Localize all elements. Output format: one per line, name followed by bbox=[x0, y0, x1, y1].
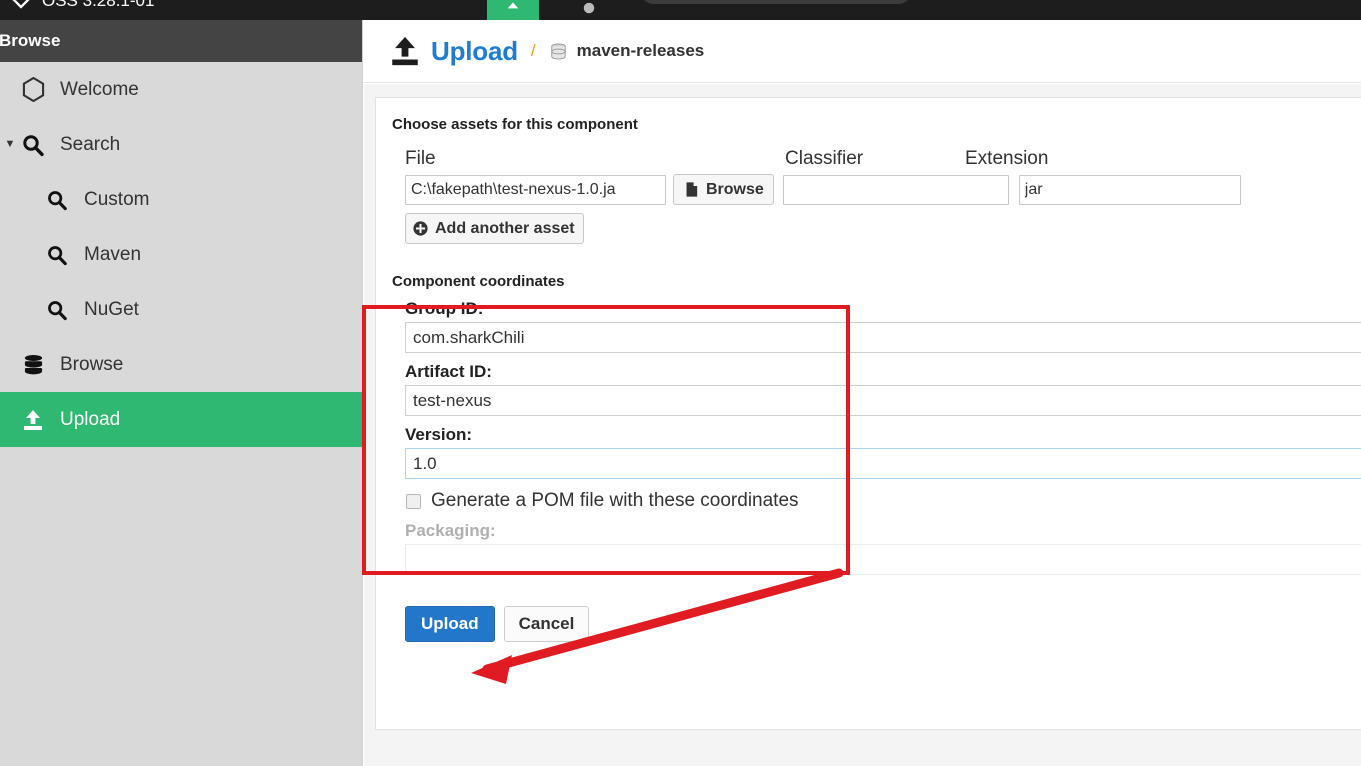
help-icon bbox=[582, 1, 596, 15]
upload-form-panel: Choose assets for this component File Cl… bbox=[375, 97, 1361, 730]
sidebar-item-browse[interactable]: Browse bbox=[0, 337, 362, 392]
search-icon bbox=[44, 242, 70, 268]
version-input[interactable] bbox=[405, 448, 1361, 479]
classifier-input[interactable] bbox=[783, 175, 1009, 205]
sidebar-item-search[interactable]: ▼ Search bbox=[0, 117, 362, 172]
product-logo[interactable]: OSS 3.28.1-01 bbox=[8, 0, 154, 14]
sidebar-item-nuget[interactable]: NuGet bbox=[0, 282, 362, 337]
coordinates-section-title: Component coordinates bbox=[392, 273, 1361, 290]
sidebar-item-welcome[interactable]: Welcome bbox=[0, 62, 362, 117]
main-content: Upload / maven-releases Choose assets fo… bbox=[364, 20, 1361, 766]
sidebar-header-label: Browse bbox=[0, 31, 60, 51]
browse-button-label: Browse bbox=[706, 181, 764, 199]
upload-icon bbox=[20, 407, 46, 433]
sidebar-item-label: Maven bbox=[84, 244, 141, 266]
content-area: Choose assets for this component File Cl… bbox=[364, 84, 1361, 766]
search-icon bbox=[44, 297, 70, 323]
topbar-tab-help[interactable] bbox=[575, 0, 603, 20]
breadcrumb-separator: / bbox=[527, 41, 540, 61]
assets-section-title: Choose assets for this component bbox=[392, 116, 1361, 133]
add-another-asset-button[interactable]: Add another asset bbox=[405, 213, 584, 244]
search-icon bbox=[20, 132, 46, 158]
form-actions: Upload Cancel bbox=[392, 606, 1361, 642]
hexagon-icon bbox=[20, 77, 46, 103]
extension-input[interactable] bbox=[1019, 175, 1241, 205]
topbar-tab-upload[interactable] bbox=[487, 0, 539, 20]
sidebar-item-upload[interactable]: Upload bbox=[0, 392, 362, 447]
group-id-label: Group ID: bbox=[405, 299, 1361, 319]
asset-row: File Classifier Extension Browse bbox=[392, 142, 1361, 244]
asset-fields-row: Browse bbox=[405, 174, 1361, 205]
classifier-column-label: Classifier bbox=[785, 148, 965, 170]
breadcrumb-repository[interactable]: maven-releases bbox=[577, 41, 705, 61]
sidebar-item-maven[interactable]: Maven bbox=[0, 227, 362, 282]
generate-pom-checkbox[interactable] bbox=[406, 494, 421, 509]
sidebar-item-label: NuGet bbox=[84, 299, 139, 321]
top-app-bar: OSS 3.28.1-01 bbox=[0, 0, 1361, 20]
sidebar-item-label: Custom bbox=[84, 189, 149, 211]
file-column-label: File bbox=[405, 148, 785, 170]
page-title[interactable]: Upload bbox=[431, 36, 518, 67]
upload-icon bbox=[388, 34, 422, 68]
file-input[interactable] bbox=[405, 175, 666, 205]
plus-circle-icon bbox=[412, 220, 429, 237]
nexus-chevron-icon bbox=[8, 0, 34, 14]
database-icon bbox=[20, 352, 46, 378]
artifact-id-input[interactable] bbox=[405, 385, 1361, 416]
group-id-input[interactable] bbox=[405, 322, 1361, 353]
sidebar-item-label: Welcome bbox=[60, 79, 139, 101]
sidebar-item-label: Browse bbox=[60, 354, 123, 376]
search-input[interactable] bbox=[640, 0, 912, 4]
database-icon bbox=[549, 42, 568, 61]
packaging-label: Packaging: bbox=[405, 521, 1361, 541]
browse-button[interactable]: Browse bbox=[673, 174, 774, 205]
file-icon bbox=[683, 181, 700, 198]
component-coordinates-fields: Group ID: Artifact ID: Version: Generate… bbox=[392, 299, 1361, 575]
upload-icon bbox=[505, 1, 521, 17]
add-another-asset-label: Add another asset bbox=[435, 220, 575, 238]
cancel-button[interactable]: Cancel bbox=[504, 606, 590, 642]
generate-pom-label: Generate a POM file with these coordinat… bbox=[431, 490, 799, 512]
generate-pom-row[interactable]: Generate a POM file with these coordinat… bbox=[406, 490, 1361, 512]
sidebar-header: Browse bbox=[0, 20, 362, 62]
sidebar-item-label: Search bbox=[60, 134, 120, 156]
extension-column-label: Extension bbox=[965, 148, 1165, 170]
breadcrumb: Upload / maven-releases bbox=[364, 20, 1361, 83]
upload-button[interactable]: Upload bbox=[405, 606, 495, 642]
artifact-id-label: Artifact ID: bbox=[405, 362, 1361, 382]
packaging-input bbox=[405, 544, 1361, 575]
product-title: OSS 3.28.1-01 bbox=[42, 0, 154, 14]
version-label: Version: bbox=[405, 425, 1361, 445]
chevron-down-icon: ▼ bbox=[2, 139, 18, 150]
search-icon bbox=[44, 187, 70, 213]
sidebar-item-label: Upload bbox=[60, 409, 120, 431]
asset-column-headers: File Classifier Extension bbox=[405, 142, 1361, 170]
sidebar: Browse Welcome ▼ Search bbox=[0, 20, 363, 766]
sidebar-item-custom[interactable]: Custom bbox=[0, 172, 362, 227]
app-root: OSS 3.28.1-01 Browse Welcome bbox=[0, 0, 1361, 766]
